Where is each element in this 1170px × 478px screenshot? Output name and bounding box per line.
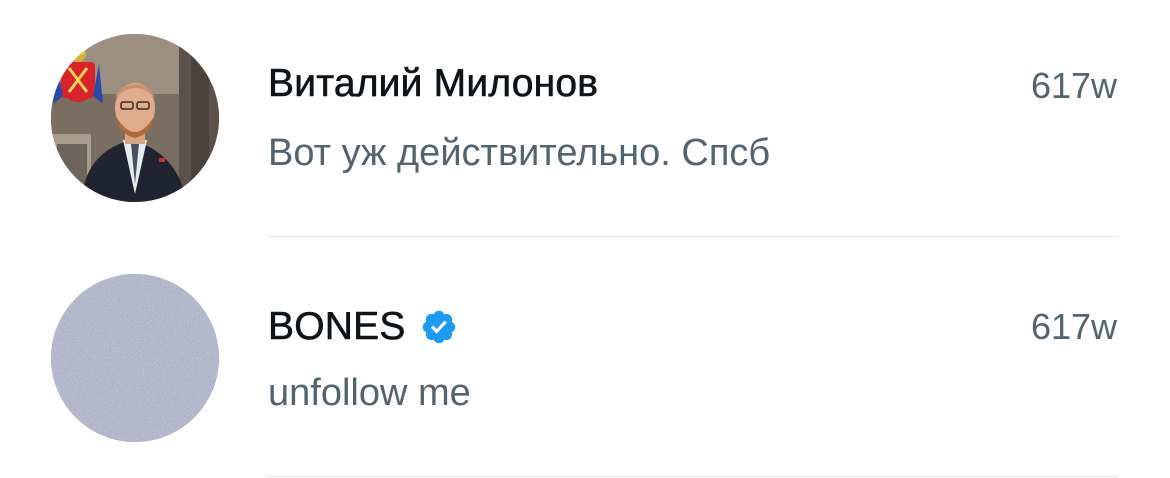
verified-badge-icon (420, 308, 458, 346)
timestamp: 617w (1030, 65, 1117, 106)
avatar[interactable] (51, 274, 219, 442)
message-preview: Вот уж действительно. Спсб (268, 132, 771, 174)
conversation-item[interactable]: BONES 617w unfollow me (0, 240, 1170, 478)
timestamp: 617w (1030, 306, 1117, 347)
divider (268, 236, 1118, 237)
contact-name: Виталий Милонов (268, 62, 599, 106)
divider (268, 476, 1118, 477)
message-preview: unfollow me (268, 372, 471, 414)
conversation-item[interactable]: Виталий Милонов 617w Вот уж действительн… (0, 0, 1170, 238)
contact-name-group: BONES (268, 304, 458, 350)
message-list: Виталий Милонов 617w Вот уж действительн… (0, 0, 1170, 478)
avatar[interactable] (51, 34, 219, 202)
contact-name: BONES (268, 305, 406, 349)
